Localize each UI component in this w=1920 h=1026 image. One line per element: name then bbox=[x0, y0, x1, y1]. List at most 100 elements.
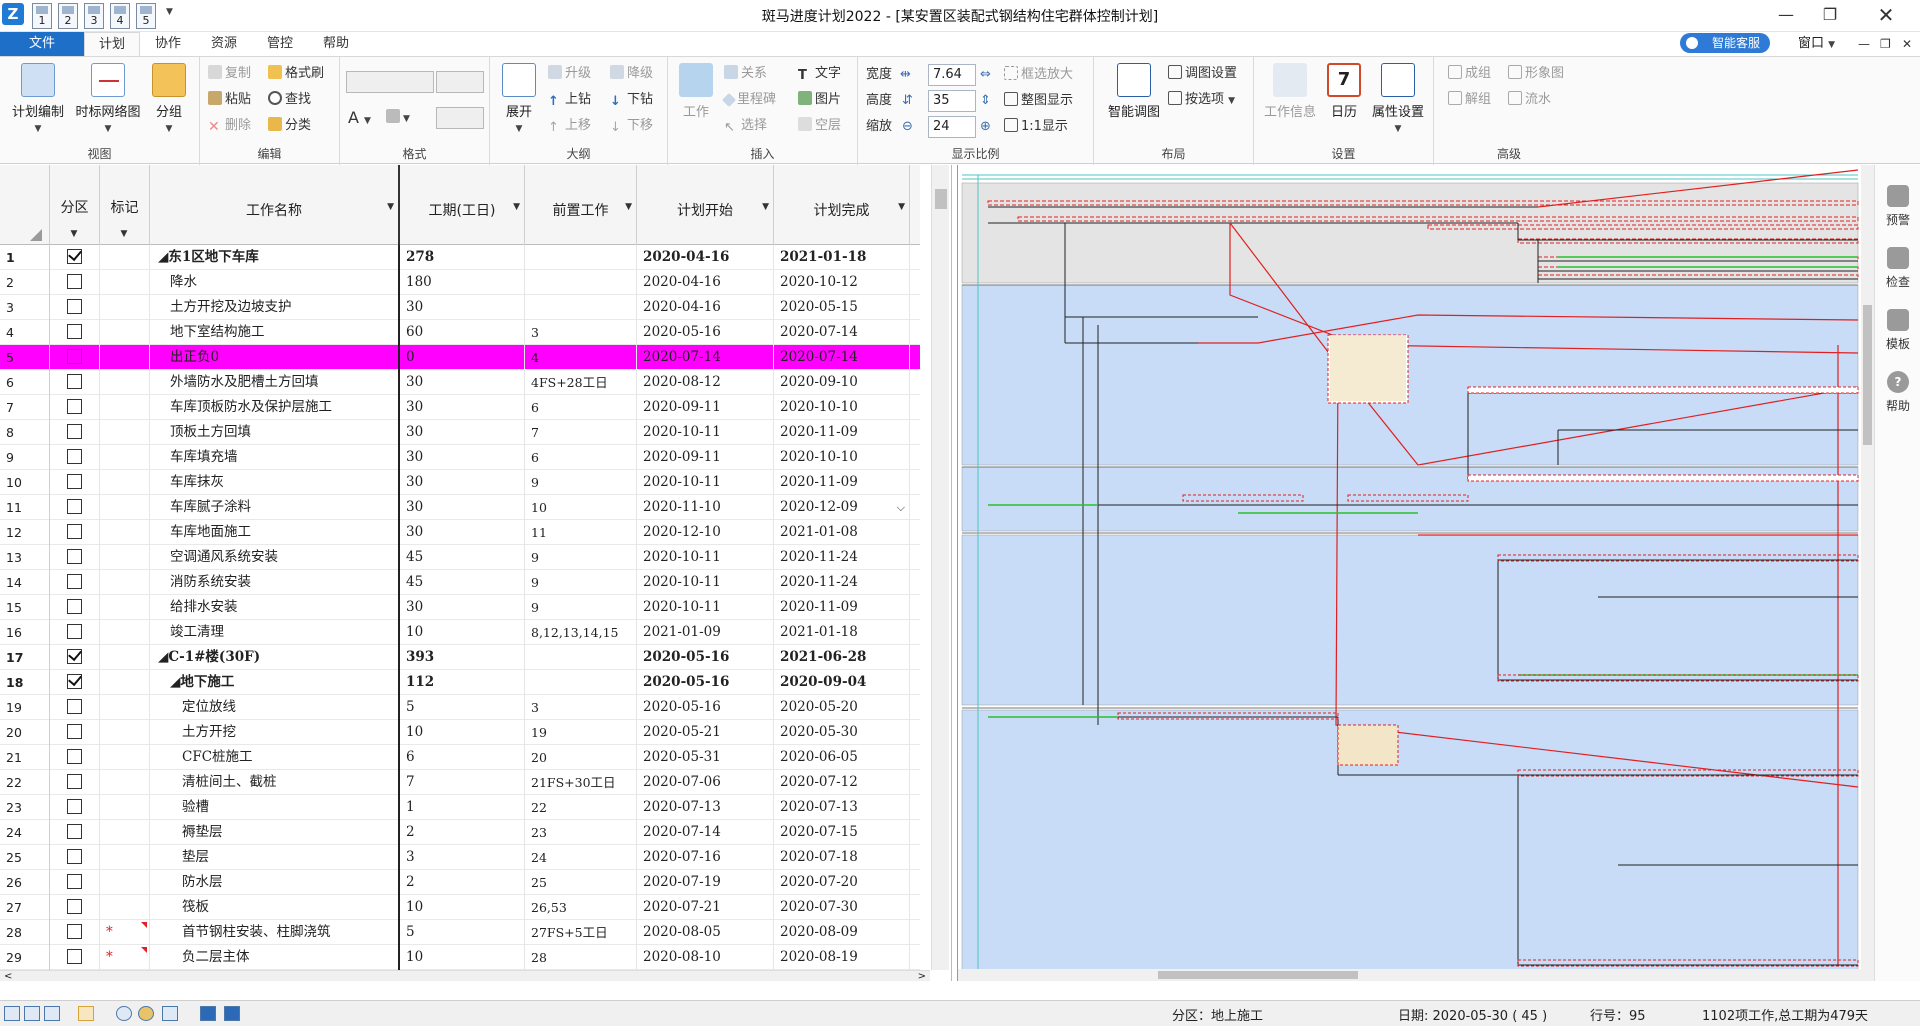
insert-text-button[interactable]: T 文字 bbox=[798, 63, 841, 85]
mdi-minimize-button[interactable]: — bbox=[1858, 32, 1870, 56]
predecessor-cell[interactable] bbox=[525, 670, 637, 695]
duration-cell[interactable]: 2 bbox=[400, 870, 525, 895]
mark-cell[interactable] bbox=[100, 295, 150, 320]
mark-cell[interactable] bbox=[100, 420, 150, 445]
duration-cell[interactable]: 5 bbox=[400, 920, 525, 945]
predecessor-cell[interactable]: 21FS+30工日 bbox=[525, 770, 637, 795]
duration-cell[interactable]: 7 bbox=[400, 770, 525, 795]
task-name-cell[interactable]: ◢东1区地下车库 bbox=[150, 245, 400, 270]
mark-cell[interactable] bbox=[100, 570, 150, 595]
task-name-cell[interactable]: 出正负0 bbox=[150, 345, 400, 370]
predecessor-cell[interactable]: 24 bbox=[525, 845, 637, 870]
row-number[interactable]: 29 bbox=[0, 945, 50, 970]
row-number[interactable]: 28 bbox=[0, 920, 50, 945]
start-date-cell[interactable]: 2020-04-16 bbox=[637, 295, 774, 320]
task-name-cell[interactable]: 空调通风系统安装 bbox=[150, 545, 400, 570]
scroll-left-icon[interactable]: < bbox=[4, 971, 12, 982]
checkbox-icon[interactable] bbox=[67, 599, 82, 614]
checkbox-icon[interactable] bbox=[67, 274, 82, 289]
finish-date-cell[interactable]: 2020-07-14 bbox=[774, 345, 910, 370]
mark-cell[interactable] bbox=[100, 395, 150, 420]
duration-cell[interactable]: 2 bbox=[400, 820, 525, 845]
row-number[interactable]: 8 bbox=[0, 420, 50, 445]
duration-cell[interactable]: 10 bbox=[400, 620, 525, 645]
finish-date-cell[interactable]: 2021-01-18 bbox=[774, 245, 910, 270]
row-number[interactable]: 9 bbox=[0, 445, 50, 470]
zone-checkbox[interactable] bbox=[50, 845, 100, 870]
table-row[interactable]: 25 垫层 3 24 2020-07-16 2020-07-18 bbox=[0, 845, 920, 870]
row-number[interactable]: 26 bbox=[0, 870, 50, 895]
format-painter-button[interactable]: 格式刷 bbox=[268, 63, 324, 85]
mark-cell[interactable] bbox=[100, 370, 150, 395]
predecessor-cell[interactable]: 19 bbox=[525, 720, 637, 745]
zone-filter-icon[interactable]: ▼ bbox=[71, 229, 78, 239]
checkbox-icon[interactable] bbox=[67, 774, 82, 789]
predecessor-cell[interactable] bbox=[525, 295, 637, 320]
duration-cell[interactable]: 30 bbox=[400, 470, 525, 495]
select-all-icon[interactable] bbox=[30, 229, 42, 241]
table-row[interactable]: 13 空调通风系统安装 45 9 2020-10-11 2020-11-24 bbox=[0, 545, 920, 570]
checkbox-icon[interactable] bbox=[67, 324, 82, 339]
flow-button[interactable]: 流水 bbox=[1508, 89, 1551, 111]
duration-cell[interactable]: 6 bbox=[400, 745, 525, 770]
help-panel-button[interactable]: ? 帮助 bbox=[1875, 371, 1920, 414]
zone-checkbox[interactable] bbox=[50, 395, 100, 420]
duration-cell[interactable]: 30 bbox=[400, 420, 525, 445]
drill-down-button[interactable]: ↓ 下钻 bbox=[610, 89, 653, 111]
mark-cell[interactable] bbox=[100, 770, 150, 795]
task-name-cell[interactable]: 车库抹灰 bbox=[150, 470, 400, 495]
duration-cell[interactable]: 30 bbox=[400, 445, 525, 470]
start-date-cell[interactable]: 2020-10-11 bbox=[637, 420, 774, 445]
finish-date-cell[interactable]: 2021-01-18 bbox=[774, 620, 910, 645]
duration-cell[interactable]: 1 bbox=[400, 795, 525, 820]
zone-checkbox[interactable] bbox=[50, 470, 100, 495]
table-row[interactable]: 3 土方开挖及边坡支护 30 2020-04-16 2020-05-15 bbox=[0, 295, 920, 320]
font-name-select[interactable] bbox=[346, 71, 434, 93]
mark-cell[interactable] bbox=[100, 345, 150, 370]
task-name-cell[interactable]: 土方开挖 bbox=[150, 720, 400, 745]
duration-cell[interactable]: 30 bbox=[400, 295, 525, 320]
finish-date-cell[interactable]: 2020-07-14 bbox=[774, 320, 910, 345]
duration-cell[interactable]: 45 bbox=[400, 545, 525, 570]
mark-cell[interactable] bbox=[100, 795, 150, 820]
row-number[interactable]: 12 bbox=[0, 520, 50, 545]
table-row[interactable]: 7 车库顶板防水及保护层施工 30 6 2020-09-11 2020-10-10 bbox=[0, 395, 920, 420]
task-name-cell[interactable]: 负二层主体 bbox=[150, 945, 400, 970]
zone-checkbox[interactable] bbox=[50, 570, 100, 595]
duration-cell[interactable]: 30 bbox=[400, 395, 525, 420]
start-date-cell[interactable]: 2020-07-06 bbox=[637, 770, 774, 795]
start-date-cell[interactable]: 2020-10-11 bbox=[637, 595, 774, 620]
row-number[interactable]: 11 bbox=[0, 495, 50, 520]
start-date-cell[interactable]: 2020-07-21 bbox=[637, 895, 774, 920]
checkbox-icon[interactable] bbox=[67, 449, 82, 464]
predecessor-cell[interactable]: 20 bbox=[525, 745, 637, 770]
row-number[interactable]: 17 bbox=[0, 645, 50, 670]
mdi-close-button[interactable]: ✕ bbox=[1902, 32, 1912, 56]
paste-button[interactable]: 粘贴 bbox=[208, 89, 251, 111]
row-number[interactable]: 15 bbox=[0, 595, 50, 620]
start-date-cell[interactable]: 2020-10-11 bbox=[637, 545, 774, 570]
table-row[interactable]: 22 清桩间土、截桩 7 21FS+30工日 2020-07-06 2020-07-12 bbox=[0, 770, 920, 795]
font-size-select[interactable] bbox=[436, 71, 484, 93]
task-name-cell[interactable]: 首节钢柱安装、柱脚浇筑 bbox=[150, 920, 400, 945]
layout-settings-button[interactable]: 调图设置 bbox=[1168, 63, 1237, 85]
checkbox-icon[interactable] bbox=[67, 699, 82, 714]
start-date-cell[interactable]: 2020-04-16 bbox=[637, 245, 774, 270]
calendar-button[interactable]: 7 日历 bbox=[1324, 63, 1364, 120]
zoom-input[interactable]: 24 bbox=[928, 116, 976, 138]
tab-plan[interactable]: 计划 bbox=[84, 32, 140, 56]
network-diagram[interactable] bbox=[958, 165, 1874, 981]
finish-date-cell[interactable]: 2020-07-13 bbox=[774, 795, 910, 820]
zone-checkbox[interactable] bbox=[50, 920, 100, 945]
checkbox-icon[interactable] bbox=[67, 249, 82, 264]
duration-header[interactable]: 工期(工日) ▼ bbox=[400, 165, 525, 245]
timescale-network-button[interactable]: 时标网络图 ▼ bbox=[72, 63, 144, 135]
mark-cell[interactable] bbox=[100, 620, 150, 645]
mark-filter-icon[interactable]: ▼ bbox=[121, 229, 128, 239]
checkbox-icon[interactable] bbox=[67, 374, 82, 389]
start-date-cell[interactable]: 2020-04-16 bbox=[637, 270, 774, 295]
grid-view-icon[interactable] bbox=[78, 1006, 94, 1021]
task-name-cell[interactable]: 清桩间土、截桩 bbox=[150, 770, 400, 795]
predecessor-cell[interactable]: 3 bbox=[525, 320, 637, 345]
task-name-cell[interactable]: 竣工清理 bbox=[150, 620, 400, 645]
